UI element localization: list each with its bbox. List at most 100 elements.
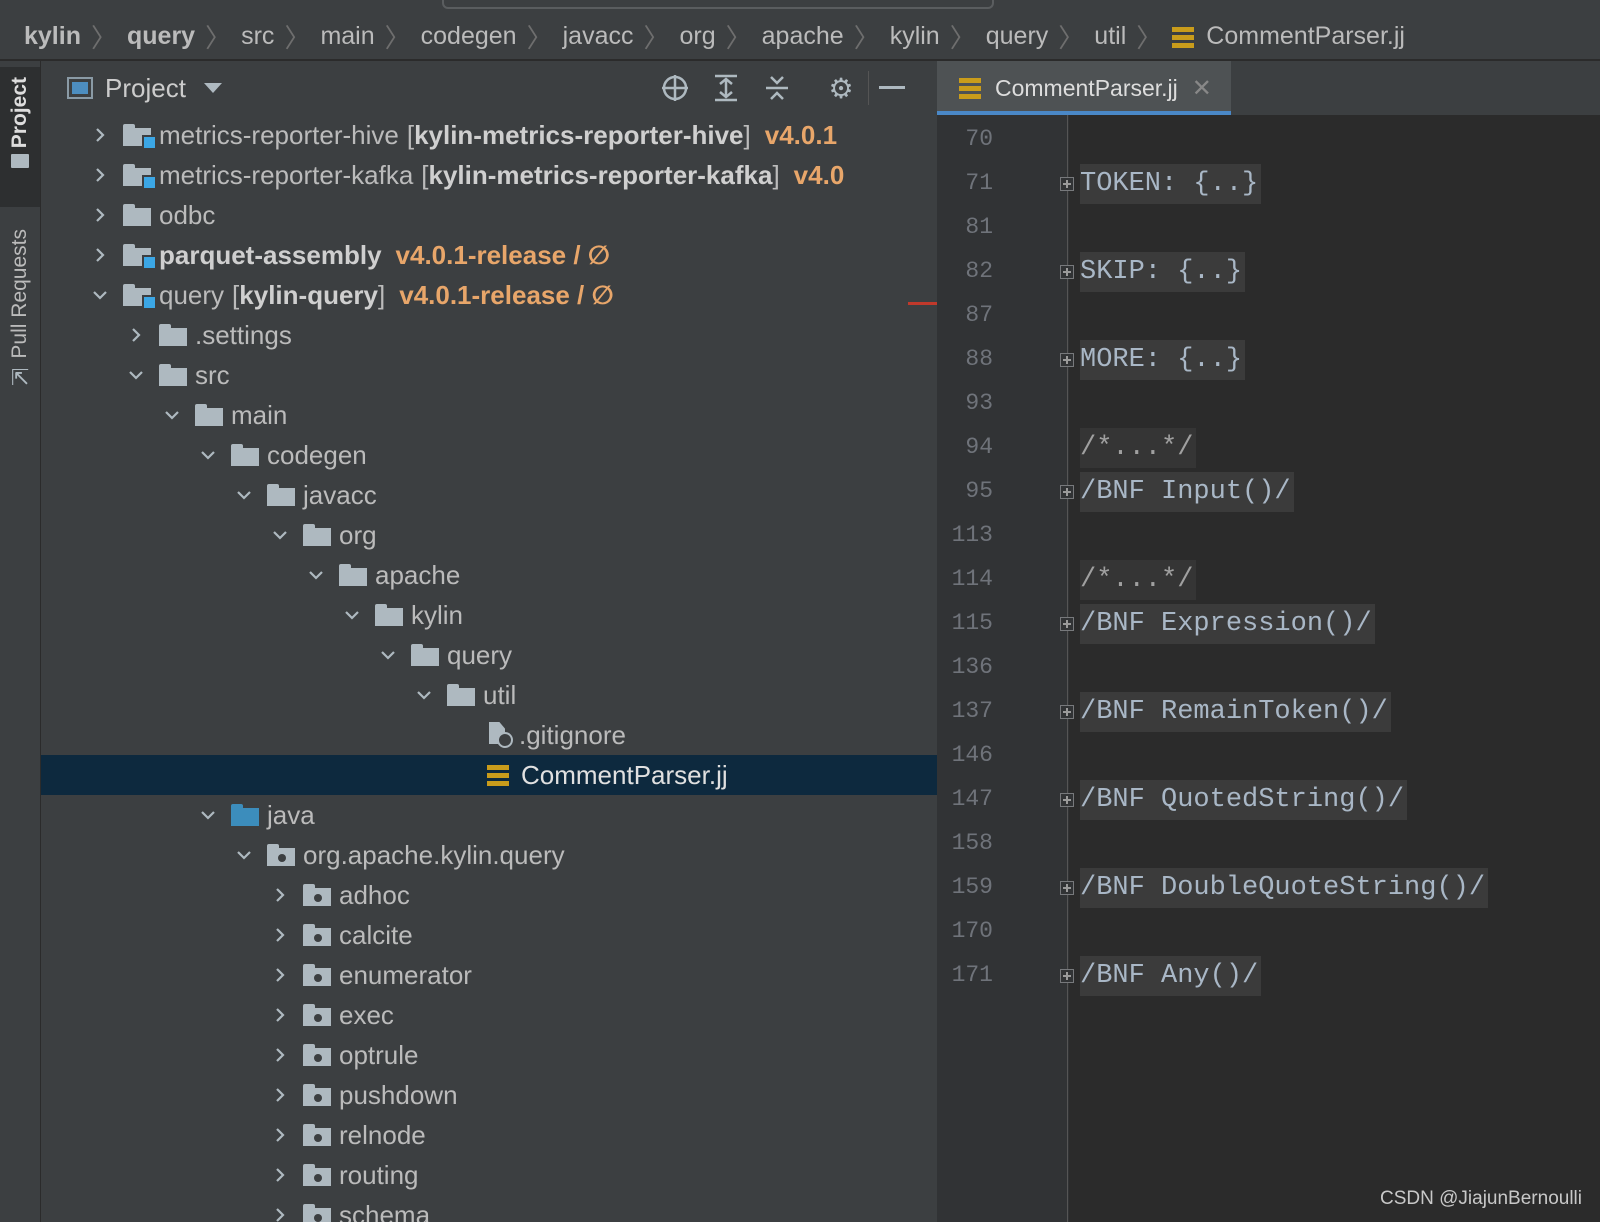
chevron-down-icon[interactable] (303, 562, 329, 588)
chevron-right-icon[interactable] (87, 122, 113, 148)
breadcrumb-item-kylin-pkg[interactable]: kylin (890, 22, 940, 51)
chevron-right-icon[interactable] (267, 1162, 293, 1188)
code-folded-region[interactable]: /BNF Any()/ (1080, 956, 1262, 996)
chevron-right-icon[interactable] (267, 922, 293, 948)
expand-all-icon[interactable] (709, 61, 743, 115)
chevron-right-icon[interactable] (87, 242, 113, 268)
fold-expand-icon[interactable] (1060, 969, 1074, 983)
code-folded-region[interactable]: TOKEN: {..} (1080, 164, 1262, 204)
chevron-down-icon[interactable] (159, 402, 185, 428)
chevron-down-icon[interactable] (195, 802, 221, 828)
fold-expand-icon[interactable] (1060, 793, 1074, 807)
chevron-right-icon[interactable] (267, 1042, 293, 1068)
tree-item[interactable]: src (41, 355, 937, 395)
chevron-down-icon[interactable] (123, 362, 149, 388)
code-folded-region[interactable]: /BNF QuotedString()/ (1080, 780, 1408, 820)
code-folded-region[interactable]: /BNF Expression()/ (1080, 604, 1375, 644)
gear-icon[interactable]: ⚙ (824, 61, 858, 115)
tree-item[interactable]: java (41, 795, 937, 835)
select-opened-file-icon[interactable] (658, 61, 692, 115)
fold-expand-icon[interactable] (1060, 265, 1074, 279)
tree-item[interactable]: routing (41, 1155, 937, 1195)
tree-item[interactable]: exec (41, 995, 937, 1035)
code-folded-region[interactable]: SKIP: {..} (1080, 252, 1246, 292)
fold-expand-icon[interactable] (1060, 353, 1074, 367)
chevron-right-icon[interactable] (267, 1002, 293, 1028)
chevron-right-icon[interactable] (267, 1202, 293, 1222)
code-folded-region[interactable]: MORE: {..} (1080, 340, 1246, 380)
close-icon[interactable]: ✕ (1192, 74, 1212, 103)
code-folded-region[interactable]: /*...*/ (1080, 560, 1197, 600)
fold-expand-icon[interactable] (1060, 177, 1074, 191)
breadcrumb-item-file[interactable]: CommentParser.jj (1172, 22, 1405, 51)
tree-item[interactable]: calcite (41, 915, 937, 955)
tree-item[interactable]: optrule (41, 1035, 937, 1075)
tree-item[interactable]: adhoc (41, 875, 937, 915)
chevron-down-icon[interactable] (87, 282, 113, 308)
chevron-down-icon[interactable] (339, 602, 365, 628)
tree-item[interactable]: query [kylin-query] v4.0.1-release / ∅ (41, 275, 937, 315)
breadcrumb-item-query[interactable]: query (127, 22, 195, 51)
code-folded-region[interactable]: /BNF DoubleQuoteString()/ (1080, 868, 1489, 908)
tree-item[interactable]: kylin (41, 595, 937, 635)
tree-item[interactable]: metrics-reporter-kafka [kylin-metrics-rep… (41, 155, 937, 195)
chevron-down-icon[interactable] (195, 442, 221, 468)
tree-item[interactable]: pushdown (41, 1075, 937, 1115)
tree-item[interactable]: .settings (41, 315, 937, 355)
chevron-down-icon[interactable] (267, 522, 293, 548)
chevron-down-icon[interactable] (231, 842, 257, 868)
tree-item[interactable]: metrics-reporter-hive [kylin-metrics-repo… (41, 115, 937, 155)
tree-item[interactable]: enumerator (41, 955, 937, 995)
chevron-right-icon[interactable] (267, 1122, 293, 1148)
tree-item[interactable]: codegen (41, 435, 937, 475)
chevron-right-icon[interactable] (87, 202, 113, 228)
chevron-right-icon[interactable] (267, 962, 293, 988)
editor-tab-commentparser[interactable]: CommentParser.jj ✕ (937, 61, 1231, 115)
tree-item[interactable]: schema (41, 1195, 937, 1222)
breadcrumb-item-javacc[interactable]: javacc (563, 22, 634, 51)
package-icon (303, 1004, 333, 1026)
breadcrumb-item-util[interactable]: util (1094, 22, 1126, 51)
fold-expand-icon[interactable] (1060, 881, 1074, 895)
chevron-down-icon[interactable] (231, 482, 257, 508)
hide-panel-icon[interactable] (875, 61, 909, 115)
breadcrumb-item-org[interactable]: org (680, 22, 716, 51)
tool-tab-pull-requests[interactable]: Pull Requests ⇱ (0, 229, 40, 409)
tree-item[interactable]: apache (41, 555, 937, 595)
tree-item[interactable]: parquet-assembly v4.0.1-release / ∅ (41, 235, 937, 275)
tree-item[interactable]: query (41, 635, 937, 675)
collapse-all-icon[interactable] (760, 61, 794, 115)
tree-item[interactable]: javacc (41, 475, 937, 515)
breadcrumb-item-codegen[interactable]: codegen (421, 22, 517, 51)
breadcrumb-item-query-pkg[interactable]: query (986, 22, 1049, 51)
code-folded-region[interactable]: /*...*/ (1080, 428, 1197, 468)
fold-expand-icon[interactable] (1060, 485, 1074, 499)
chevron-right-icon[interactable] (123, 322, 149, 348)
breadcrumb-item-main[interactable]: main (320, 22, 374, 51)
package-icon (303, 964, 333, 986)
project-view-title[interactable]: Project (105, 73, 186, 104)
tree-item[interactable]: CommentParser.jj (41, 755, 937, 795)
chevron-right-icon[interactable] (87, 162, 113, 188)
tool-tab-project[interactable]: Project (0, 67, 40, 207)
breadcrumb-item-src[interactable]: src (241, 22, 274, 51)
chevron-down-icon[interactable] (203, 83, 222, 93)
fold-expand-icon[interactable] (1060, 705, 1074, 719)
chevron-right-icon[interactable] (267, 882, 293, 908)
tree-item[interactable]: org (41, 515, 937, 555)
tree-item[interactable]: main (41, 395, 937, 435)
chevron-down-icon[interactable] (411, 682, 437, 708)
tree-item[interactable]: org.apache.kylin.query (41, 835, 937, 875)
tree-item[interactable]: odbc (41, 195, 937, 235)
chevron-down-icon[interactable] (375, 642, 401, 668)
fold-expand-icon[interactable] (1060, 617, 1074, 631)
breadcrumb-item-kylin[interactable]: kylin (24, 22, 81, 51)
chevron-right-icon[interactable] (267, 1082, 293, 1108)
tree-item[interactable]: relnode (41, 1115, 937, 1155)
tree-item[interactable]: .gitignore (41, 715, 937, 755)
code-folded-region[interactable]: /BNF Input()/ (1080, 472, 1294, 512)
breadcrumb-item-apache[interactable]: apache (762, 22, 844, 51)
tree-item[interactable]: util (41, 675, 937, 715)
code-folded-region[interactable]: /BNF RemainToken()/ (1080, 692, 1391, 732)
